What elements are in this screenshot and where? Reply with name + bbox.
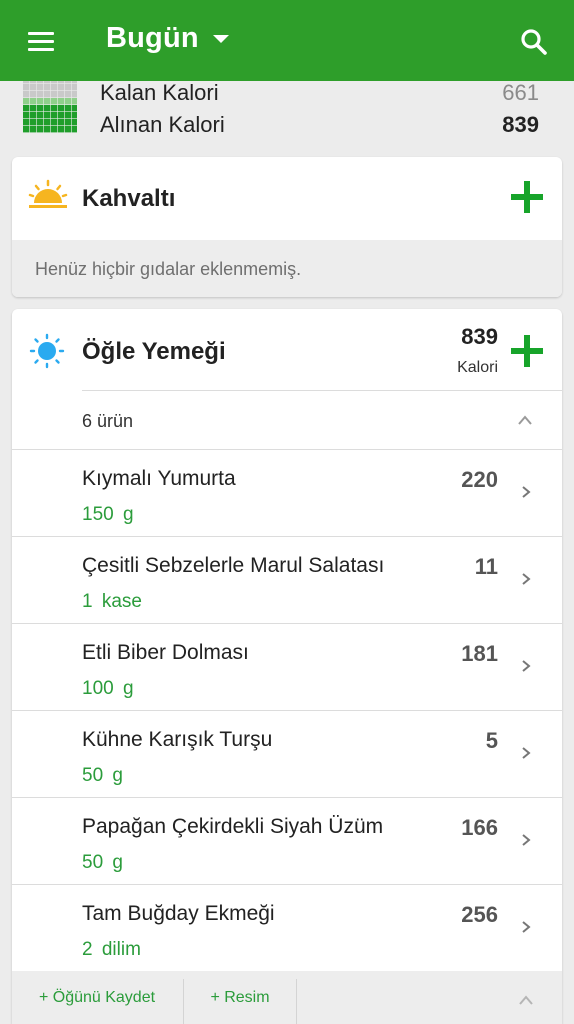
chevron-right-icon xyxy=(522,660,531,672)
food-name: Tam Buğday Ekmeği xyxy=(82,902,275,925)
caret-down-icon xyxy=(212,34,229,43)
food-amount: 1 kase xyxy=(82,591,142,612)
lunch-footer: + Öğünü Kaydet + Resim xyxy=(12,971,562,1024)
food-name: Çesitli Sebzelerle Marul Salatası xyxy=(82,554,385,577)
app-bar: Bugün xyxy=(0,0,574,81)
lunch-item-count: 6 ürün xyxy=(82,411,134,431)
chevron-up-icon xyxy=(518,415,532,425)
search-icon[interactable] xyxy=(516,24,552,60)
menu-icon[interactable] xyxy=(20,24,62,58)
chevron-right-icon xyxy=(522,747,531,759)
food-name: Kühne Karışık Turşu xyxy=(82,728,273,751)
lunch-card: Öğle Yemeği 839 Kalori 6 ürün Kıymalı Yu… xyxy=(12,309,562,1024)
food-calories: 256 xyxy=(461,902,498,927)
add-breakfast-button[interactable] xyxy=(509,179,545,215)
breakfast-empty-message: Henüz hiçbir gıdalar eklenmemiş. xyxy=(35,259,302,279)
add-photo-button[interactable]: + Resim xyxy=(184,971,296,1024)
chevron-right-icon xyxy=(522,834,531,846)
food-calories: 166 xyxy=(461,815,498,840)
calorie-grid-icon xyxy=(23,77,79,133)
food-item-row[interactable]: Tam Buğday Ekmeği 2 dilim 256 xyxy=(12,885,562,972)
food-item-row[interactable]: Kıymalı Yumurta 150 g 220 xyxy=(12,450,562,537)
breakfast-card: Kahvaltı Henüz hiçbir gıdalar eklenmemiş… xyxy=(12,157,562,297)
food-amount: 50 g xyxy=(82,765,123,786)
food-amount: 50 g xyxy=(82,852,123,873)
sunrise-icon xyxy=(28,179,68,211)
lunch-calories-value: 839 xyxy=(461,324,498,349)
food-item-row[interactable]: Etli Biber Dolması 100 g 181 xyxy=(12,624,562,711)
page-title: Bugün xyxy=(106,22,199,54)
food-amount: 2 dilim xyxy=(82,939,141,960)
food-item-row[interactable]: Kühne Karışık Turşu 50 g 5 xyxy=(12,711,562,798)
food-calories: 11 xyxy=(474,554,498,579)
food-amount: 150 g xyxy=(82,504,134,525)
chevron-up-icon[interactable] xyxy=(519,993,533,1007)
add-lunch-button[interactable] xyxy=(509,333,545,369)
chevron-right-icon xyxy=(522,573,531,585)
breakfast-empty-area: Henüz hiçbir gıdalar eklenmemiş. xyxy=(12,240,562,297)
consumed-calories-label: Alınan Kalori xyxy=(100,112,225,137)
food-calories: 220 xyxy=(461,467,498,492)
breakfast-title: Kahvaltı xyxy=(82,185,176,212)
food-item-row[interactable]: Çesitli Sebzelerle Marul Salatası 1 kase 1… xyxy=(12,537,562,624)
save-meal-button[interactable]: + Öğünü Kaydet xyxy=(12,971,182,1024)
lunch-items-toggle[interactable]: 6 ürün xyxy=(12,391,562,449)
chevron-right-icon xyxy=(522,486,531,498)
consumed-calories-value: 839 xyxy=(502,112,539,137)
food-name: Papağan Çekirdekli Siyah Üzüm xyxy=(82,815,384,838)
divider xyxy=(296,979,297,1024)
calorie-summary xyxy=(0,81,574,147)
food-item-row[interactable]: Papağan Çekirdekli Siyah Üzüm 50 g 166 xyxy=(12,798,562,885)
lunch-title: Öğle Yemeği xyxy=(82,338,226,365)
remaining-calories-label: Kalan Kalori xyxy=(100,80,219,105)
date-selector[interactable]: Bugün xyxy=(106,22,229,55)
food-amount: 100 g xyxy=(82,678,134,699)
food-calories: 5 xyxy=(485,728,498,753)
chevron-right-icon xyxy=(522,921,531,933)
food-name: Etli Biber Dolması xyxy=(82,641,249,664)
food-name: Kıymalı Yumurta xyxy=(82,467,236,490)
food-calories: 181 xyxy=(461,641,498,666)
lunch-calories-label: Kalori xyxy=(457,359,498,376)
sun-icon xyxy=(29,333,65,369)
remaining-calories-value: 661 xyxy=(502,80,539,105)
